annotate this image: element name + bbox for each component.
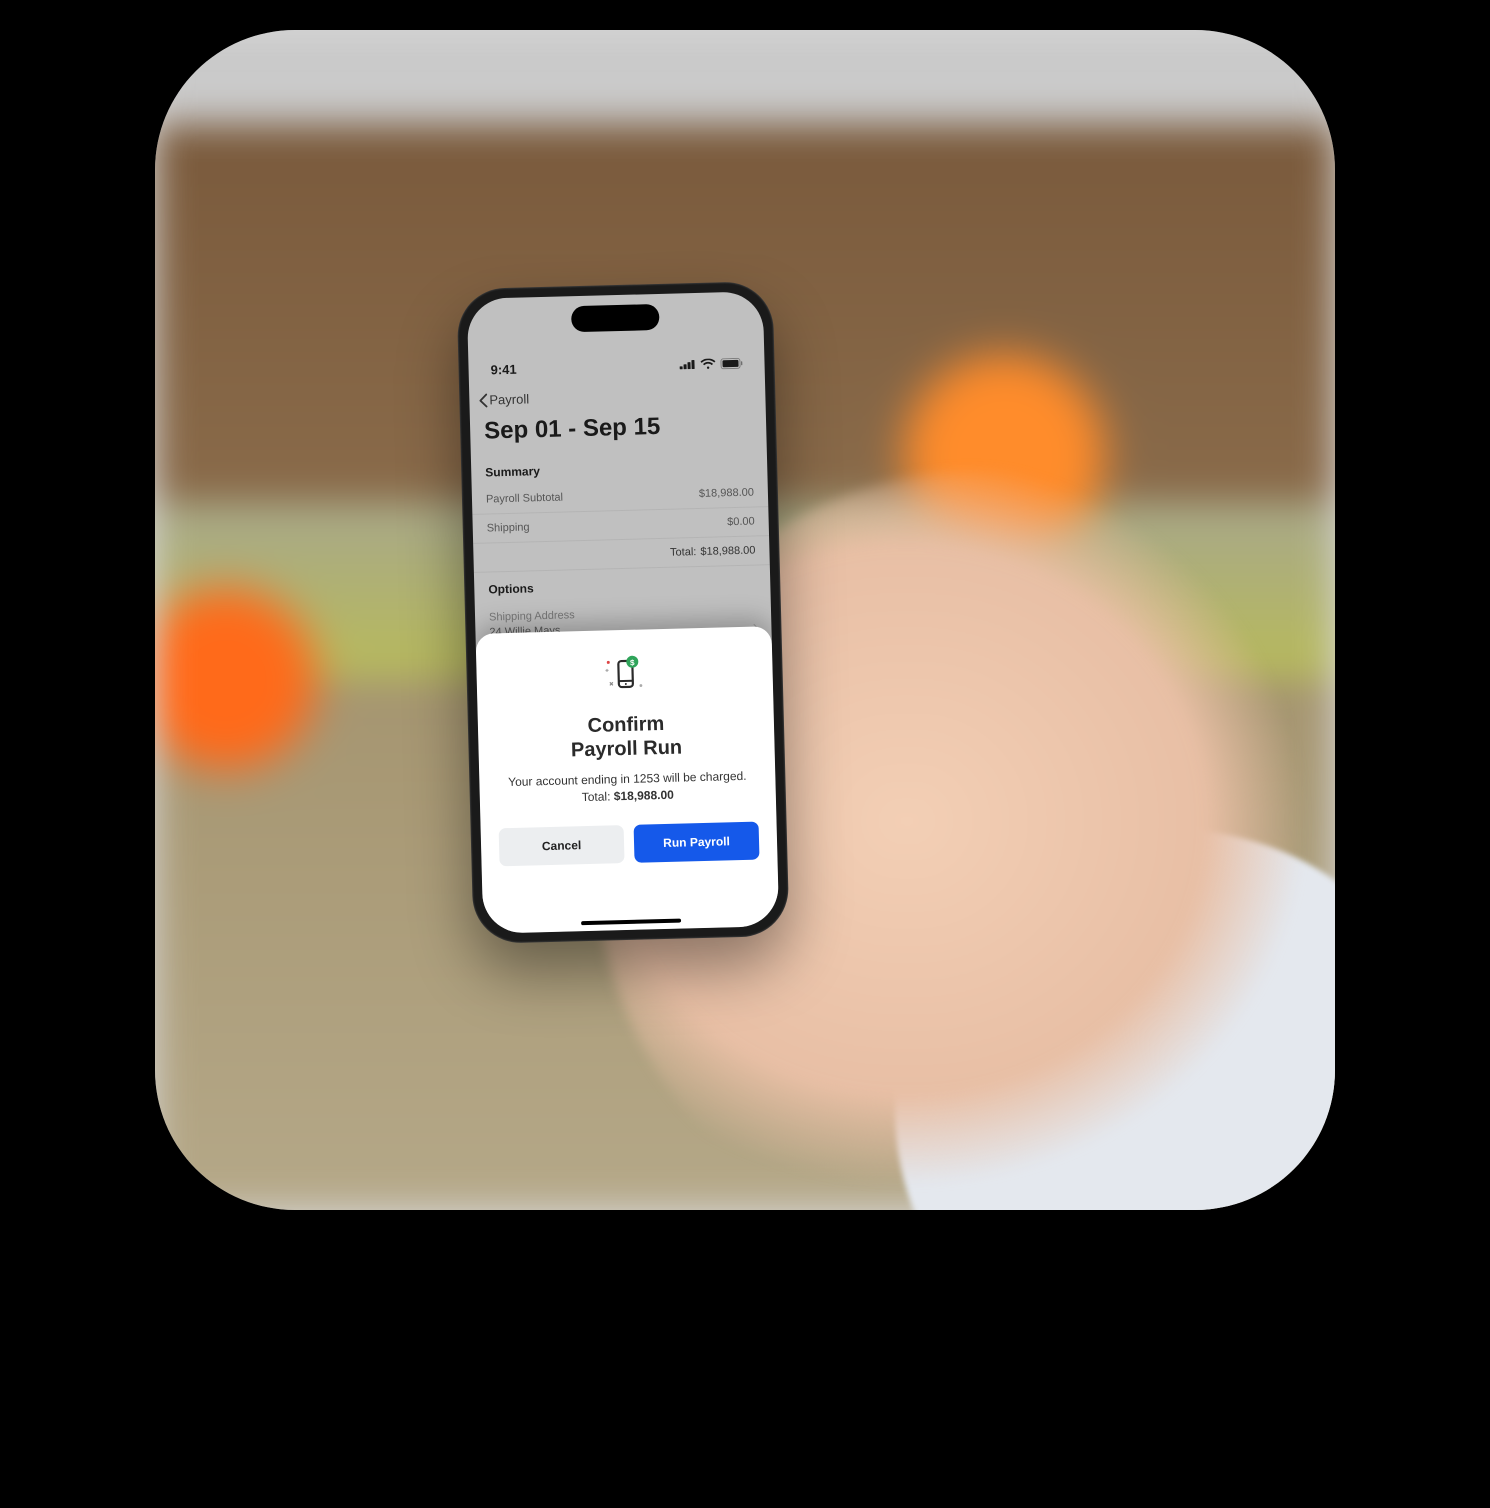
sheet-title: Confirm Payroll Run [570, 712, 682, 763]
total-label: Total: [670, 546, 697, 559]
row-value: $0.00 [727, 516, 755, 529]
sheet-desc-total: $18,988.00 [614, 788, 674, 804]
cancel-button[interactable]: Cancel [499, 825, 625, 866]
dynamic-island [571, 304, 660, 332]
status-time: 9:41 [490, 361, 516, 377]
phone-screen: 9:41 Payroll Sep 01 - Sep 15 Summary Pay… [467, 291, 780, 934]
payroll-phone-icon: $ [601, 651, 648, 703]
total-value: $18,988.00 [700, 545, 755, 558]
row-label: Shipping [487, 521, 530, 534]
promo-photo-card: 9:41 Payroll Sep 01 - Sep 15 Summary Pay… [155, 30, 1335, 1210]
status-indicators [679, 357, 742, 370]
shipping-address-label: Shipping Address [489, 608, 587, 625]
sheet-title-line2: Payroll Run [571, 736, 683, 763]
cellular-icon [679, 359, 695, 369]
row-value: $18,988.00 [699, 487, 754, 500]
home-indicator[interactable] [581, 919, 681, 926]
confirm-payroll-sheet: $ Confirm Payroll Run Your account endin… [476, 626, 780, 934]
wifi-icon [700, 358, 715, 369]
sheet-description: Your account ending in 1253 will be char… [497, 768, 758, 808]
phone-frame: 9:41 Payroll Sep 01 - Sep 15 Summary Pay… [456, 281, 789, 944]
sheet-title-line1: Confirm [570, 712, 682, 739]
run-payroll-button[interactable]: Run Payroll [634, 821, 760, 862]
battery-icon [720, 357, 742, 369]
back-label: Payroll [489, 391, 529, 407]
chevron-left-icon [479, 393, 487, 407]
row-label: Payroll Subtotal [486, 492, 563, 506]
status-bar: 9:41 [468, 335, 765, 387]
svg-text:$: $ [630, 658, 635, 667]
